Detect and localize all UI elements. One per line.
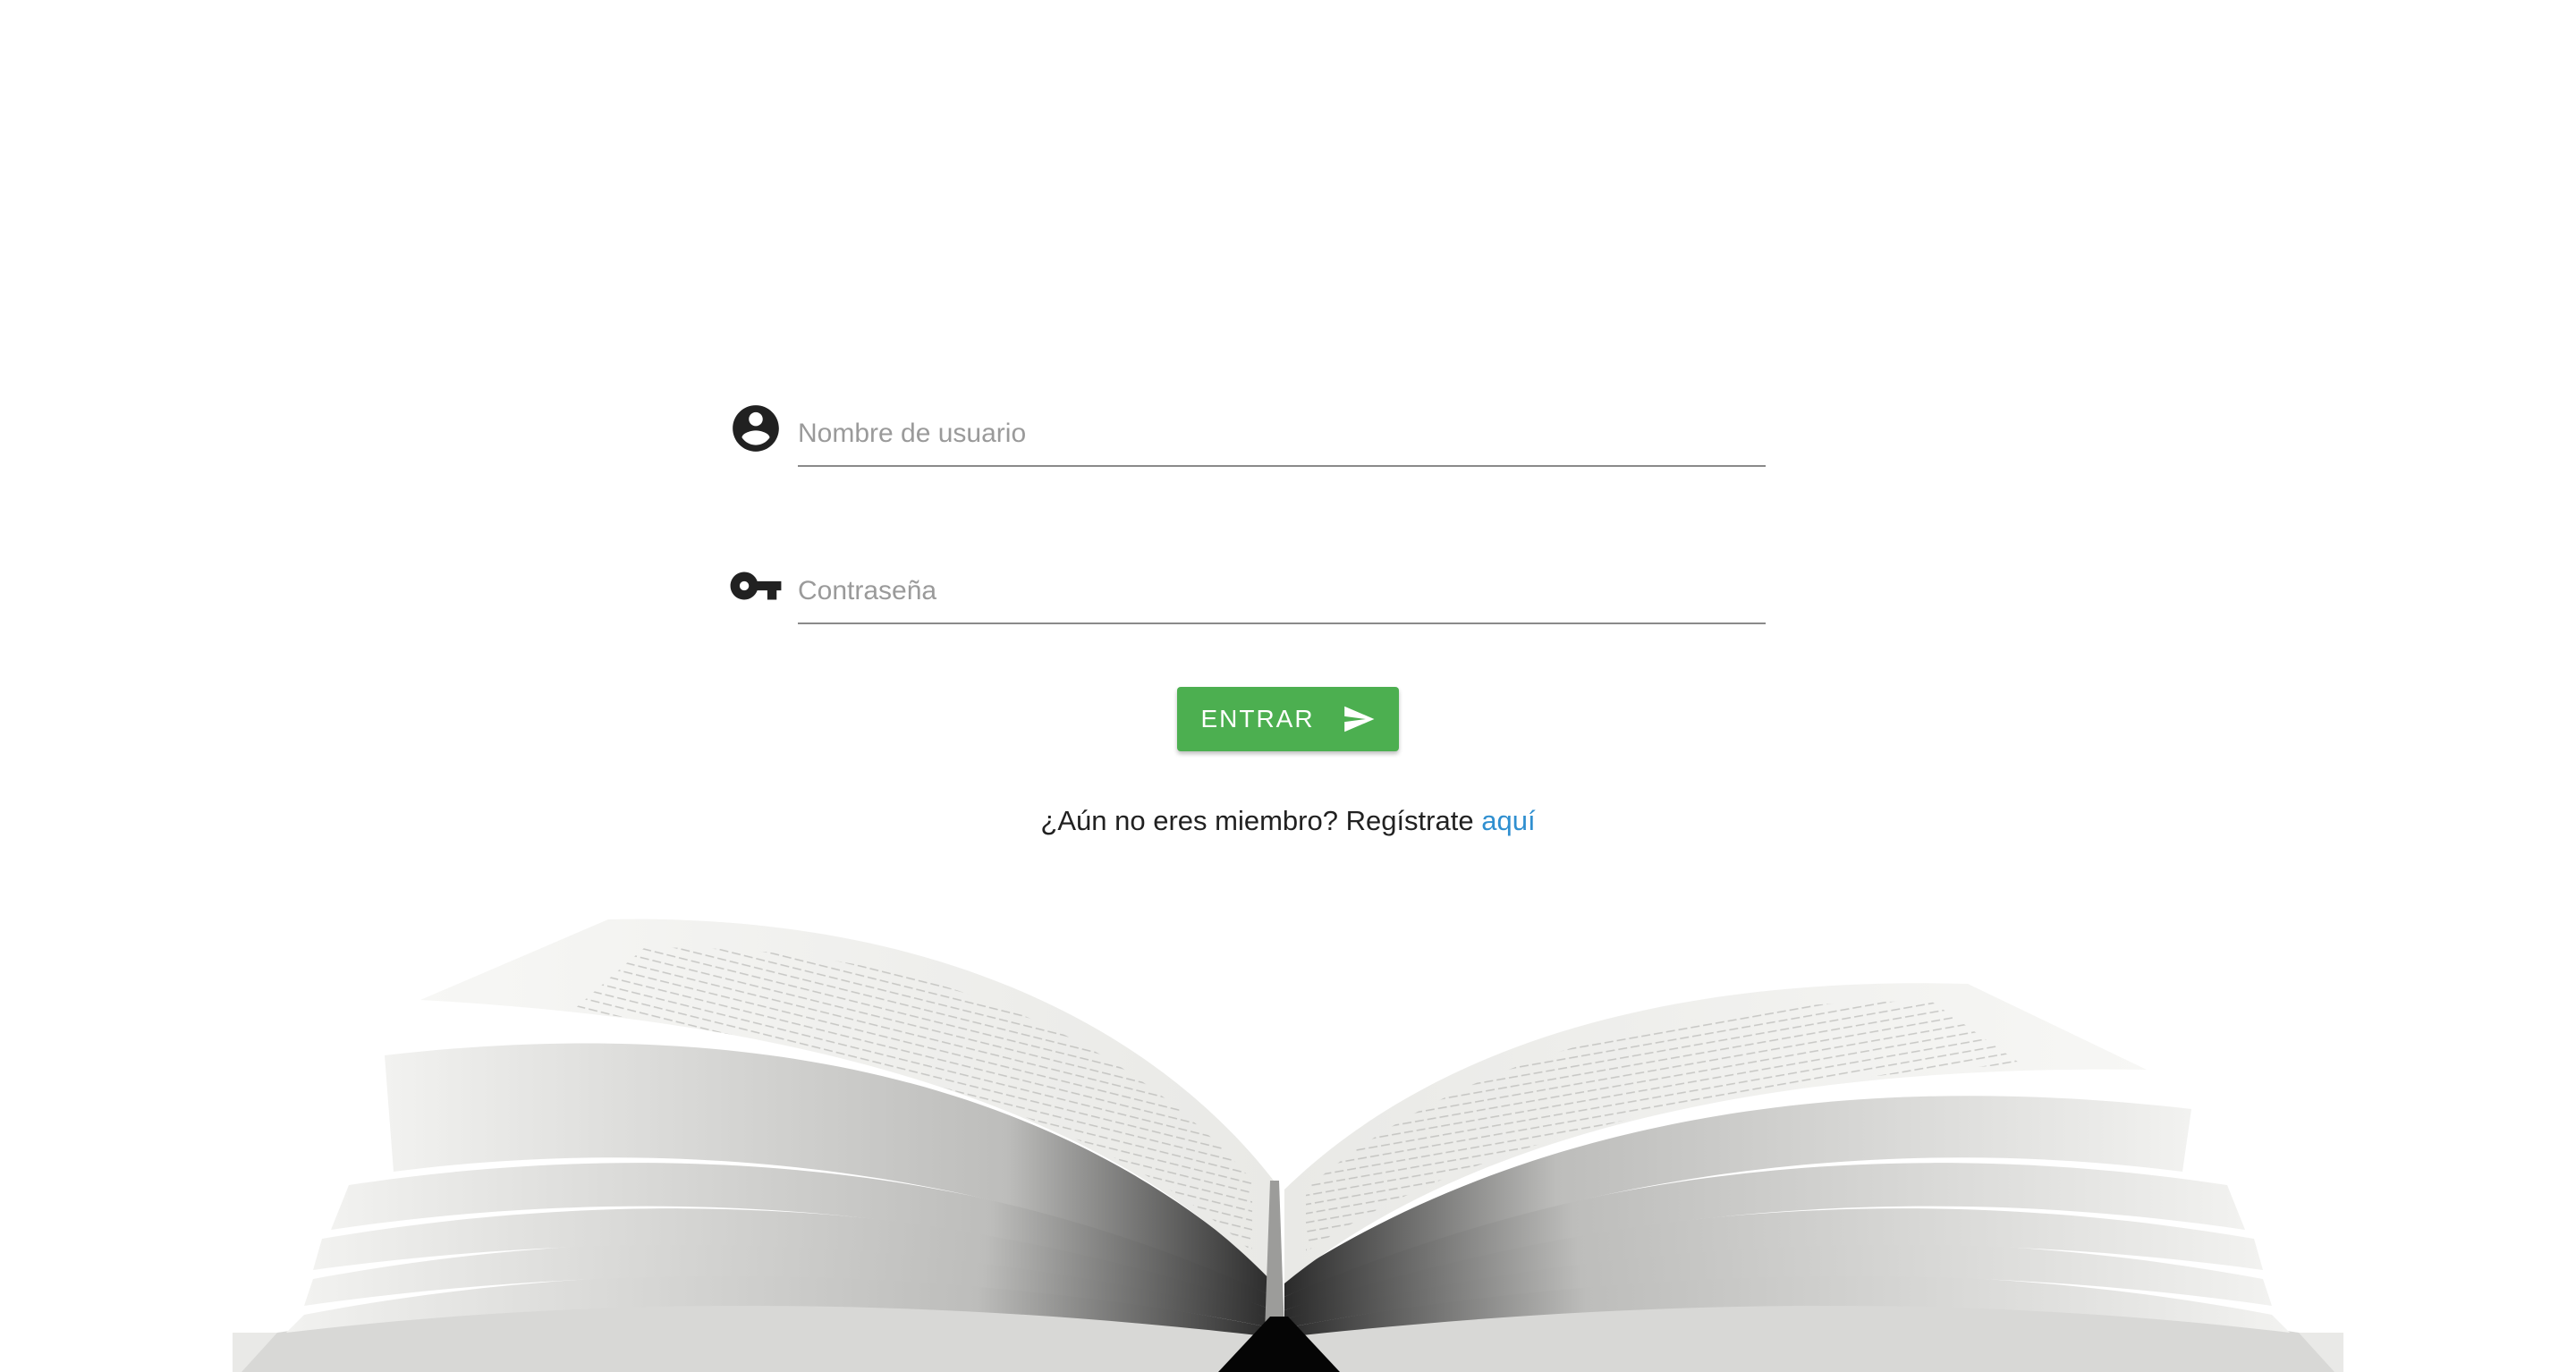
open-book-illustration bbox=[0, 885, 2576, 1372]
register-prompt-text: ¿Aún no eres miembro? Regístrate bbox=[1040, 805, 1474, 836]
login-button-label: ENTRAR bbox=[1200, 705, 1315, 733]
register-prompt: ¿Aún no eres miembro? Regístrate aquí bbox=[0, 805, 2576, 837]
login-page: ENTRAR ¿Aún no eres miembro? Regístrate … bbox=[0, 0, 2576, 1372]
login-button[interactable]: ENTRAR bbox=[1177, 687, 1399, 751]
register-link[interactable]: aquí bbox=[1481, 805, 1535, 836]
password-input[interactable] bbox=[798, 560, 1766, 624]
username-input[interactable] bbox=[798, 402, 1766, 467]
send-icon bbox=[1342, 702, 1376, 736]
login-form: ENTRAR ¿Aún no eres miembro? Regístrate … bbox=[0, 0, 2576, 894]
password-field bbox=[728, 542, 1766, 640]
account-circle-icon bbox=[728, 401, 784, 456]
key-icon bbox=[728, 558, 784, 614]
username-field bbox=[728, 385, 1766, 483]
